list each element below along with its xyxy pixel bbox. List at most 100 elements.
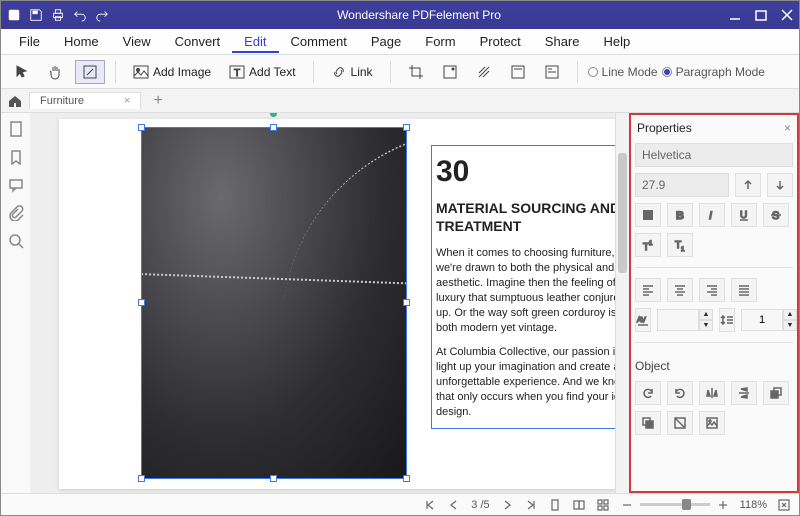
next-page-button[interactable] [500,498,514,512]
resize-handle[interactable] [138,475,145,482]
single-page-view-button[interactable] [548,498,562,512]
fit-page-button[interactable] [777,498,791,512]
resize-handle[interactable] [270,475,277,482]
resize-handle[interactable] [138,299,145,306]
menu-share[interactable]: Share [533,30,592,53]
zoom-out-icon[interactable] [620,498,634,512]
menu-view[interactable]: View [111,30,163,53]
close-panel-icon[interactable]: × [784,121,791,135]
flip-horizontal-button[interactable] [699,381,725,405]
line-height-icon [719,308,735,332]
menu-page[interactable]: Page [359,30,413,53]
thumbnails-icon[interactable] [8,121,24,137]
prev-page-button[interactable] [447,498,461,512]
hand-tool[interactable] [41,60,71,84]
selected-text-block[interactable]: 30 MATERIAL SOURCING AND TREATMENT When … [431,145,629,429]
font-size-input[interactable]: 27.9 [635,173,729,197]
add-text-button[interactable]: TAdd Text [222,60,302,84]
edit-tool[interactable] [75,60,105,84]
select-tool[interactable] [7,60,37,84]
maximize-button[interactable] [755,9,767,21]
menu-comment[interactable]: Comment [279,30,359,53]
attachments-icon[interactable] [8,205,24,221]
superscript-button[interactable]: T1 [635,233,661,257]
subscript-button[interactable]: T1 [667,233,693,257]
align-right-button[interactable] [699,278,725,302]
home-tab-icon[interactable] [7,93,23,109]
crop-tool[interactable] [401,60,431,84]
crop-object-button[interactable] [667,411,693,435]
font-color-button[interactable] [635,203,661,227]
vertical-scrollbar[interactable] [615,113,629,493]
menu-convert[interactable]: Convert [163,30,233,53]
align-left-button[interactable] [635,278,661,302]
selected-image[interactable] [141,127,407,479]
document-tab[interactable]: Furniture× [29,92,141,109]
send-back-button[interactable] [635,411,661,435]
bookmarks-icon[interactable] [8,149,24,165]
title-bar: Wondershare PDFelement Pro [1,1,799,29]
undo-icon[interactable] [73,8,87,22]
thumbnail-view-button[interactable] [596,498,610,512]
resize-handle[interactable] [138,124,145,131]
zoom-in-icon[interactable] [716,498,730,512]
resize-handle[interactable] [403,124,410,131]
edit-toolbar: Add Image TAdd Text Link Line Mode Parag… [1,55,799,89]
link-button[interactable]: Link [324,60,380,84]
menu-file[interactable]: File [7,30,52,53]
char-spacing-input[interactable]: ▲▼ [657,308,713,332]
save-icon[interactable] [29,8,43,22]
menu-form[interactable]: Form [413,30,467,53]
rotate-right-button[interactable] [667,381,693,405]
replace-image-button[interactable] [699,411,725,435]
underline-button[interactable]: U [731,203,757,227]
print-icon[interactable] [51,8,65,22]
bold-button[interactable]: B [667,203,693,227]
menu-protect[interactable]: Protect [468,30,533,53]
rotate-handle[interactable] [270,113,277,117]
italic-button[interactable]: I [699,203,725,227]
background-tool[interactable] [469,60,499,84]
last-page-button[interactable] [524,498,538,512]
document-canvas[interactable]: 30 MATERIAL SOURCING AND TREATMENT When … [31,113,629,493]
strikethrough-button[interactable]: S [763,203,789,227]
first-page-button[interactable] [423,498,437,512]
menu-edit[interactable]: Edit [232,30,278,53]
increase-size-button[interactable] [735,173,761,197]
zoom-value[interactable]: 118% [740,499,767,511]
rotate-left-button[interactable] [635,381,661,405]
resize-handle[interactable] [403,475,410,482]
two-page-view-button[interactable] [572,498,586,512]
comments-icon[interactable] [8,177,24,193]
decrease-size-button[interactable] [767,173,793,197]
svg-text:B: B [676,210,684,222]
flip-vertical-button[interactable] [731,381,757,405]
font-family-select[interactable]: Helvetica [635,143,793,167]
minimize-button[interactable] [729,9,741,21]
scrollbar-thumb[interactable] [618,153,627,273]
menu-home[interactable]: Home [52,30,111,53]
menu-help[interactable]: Help [592,30,643,53]
line-mode-radio[interactable]: Line Mode [588,65,658,79]
svg-text:T: T [234,68,240,79]
zoom-slider[interactable] [640,503,710,506]
menu-bar: File Home View Convert Edit Comment Page… [1,29,799,55]
line-height-input[interactable]: ▲▼ [741,308,797,332]
page-number-heading: 30 [436,152,629,193]
close-tab-icon[interactable]: × [124,95,130,107]
watermark-tool[interactable] [435,60,465,84]
bates-tool[interactable] [537,60,567,84]
resize-handle[interactable] [403,299,410,306]
zoom-control[interactable] [620,498,730,512]
align-justify-button[interactable] [731,278,757,302]
redo-icon[interactable] [95,8,109,22]
bring-front-button[interactable] [763,381,789,405]
add-tab-button[interactable]: + [147,92,168,110]
resize-handle[interactable] [270,124,277,131]
paragraph-mode-radio[interactable]: Paragraph Mode [662,65,765,79]
align-center-button[interactable] [667,278,693,302]
header-tool[interactable] [503,60,533,84]
close-button[interactable] [781,9,793,21]
add-image-button[interactable]: Add Image [126,60,218,84]
search-icon[interactable] [8,233,24,249]
